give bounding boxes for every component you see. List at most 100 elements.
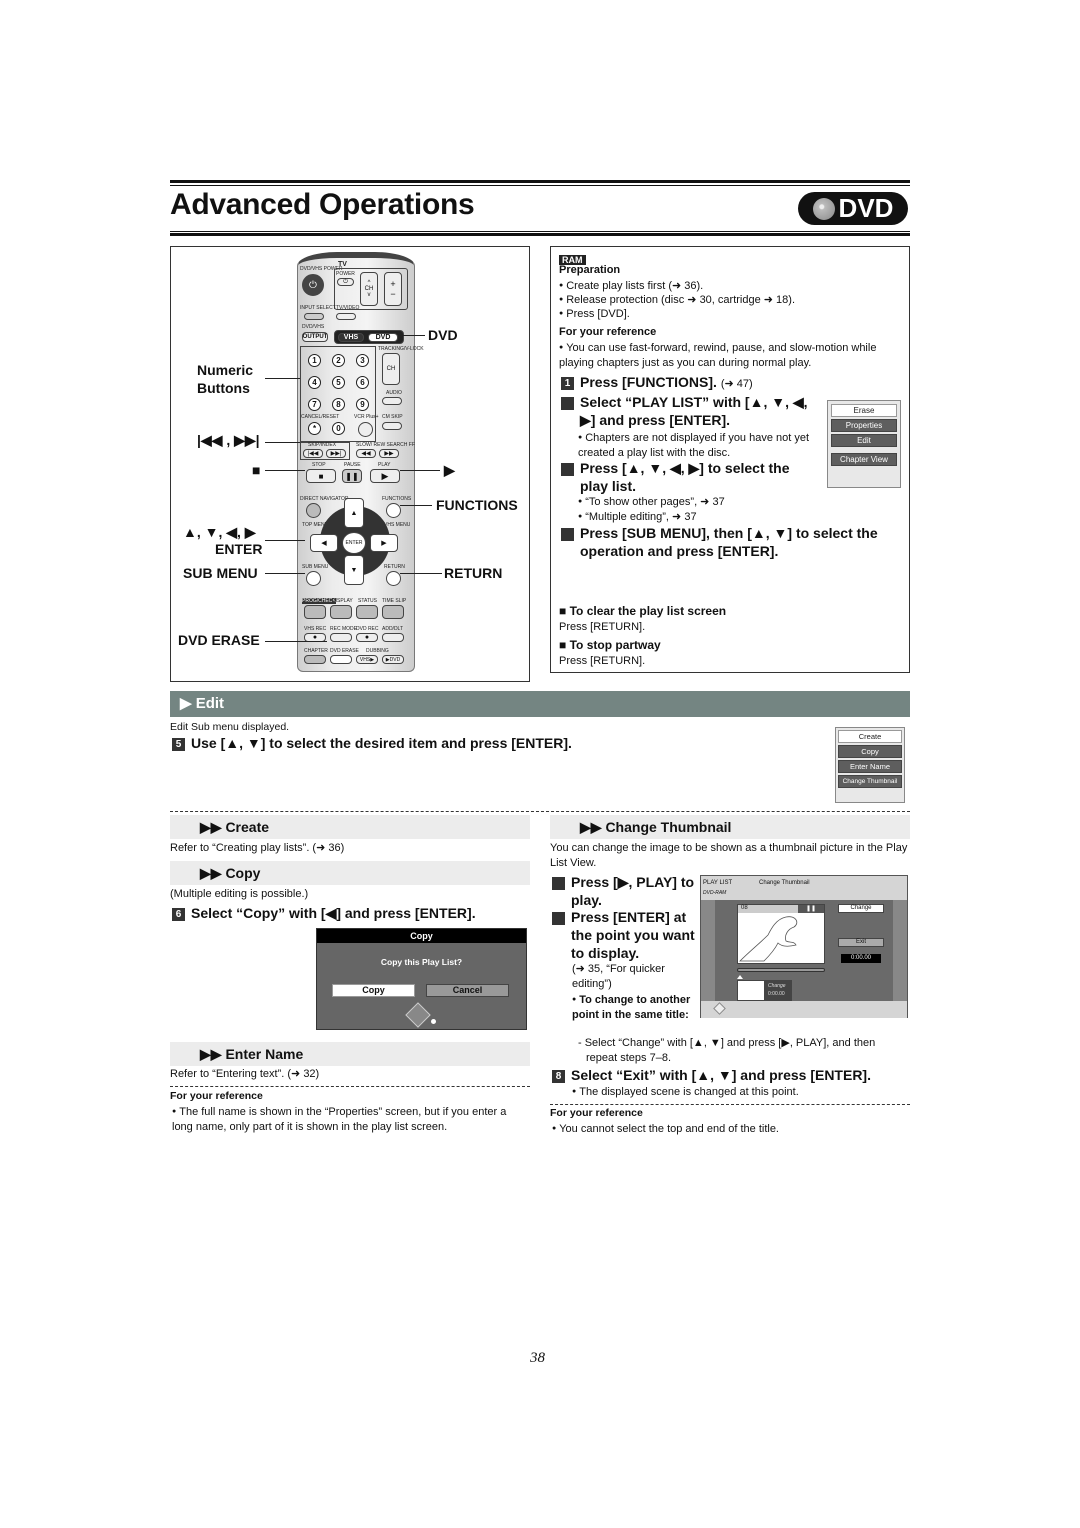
- copy-cancel-button[interactable]: Cancel: [426, 984, 509, 997]
- add-dlt-label: ADD/DLT: [382, 626, 404, 632]
- display-label: DISPLAY: [332, 598, 353, 604]
- cm-skip-button: [382, 422, 402, 430]
- dvd-label: DVD: [375, 334, 391, 341]
- dpad-hint-icon: [713, 1002, 726, 1015]
- progress-slider[interactable]: [737, 968, 825, 972]
- enter-name-text: Refer to “Entering text”. (➜ 32): [170, 1068, 320, 1080]
- step-text: Select “Copy” with [◀] and press [ENTER]…: [191, 905, 476, 921]
- stop-text: Press [RETURN].: [559, 655, 646, 667]
- step-text: Select “PLAY LIST” with [▲, ▼, ◀, ▶] and…: [580, 394, 808, 428]
- tracking-button: CH: [382, 353, 400, 385]
- thumbnail-time: 0:00.00: [768, 991, 785, 997]
- copy-dialog: Copy Copy this Play List? Copy Cancel: [316, 928, 527, 1030]
- chapter-label: CHAPTER: [304, 648, 328, 654]
- skip-forward-button: ▶▶|: [326, 449, 346, 458]
- add-dlt-button: [382, 633, 404, 642]
- menu-item-edit[interactable]: Edit: [831, 434, 897, 447]
- menu-item-chapter-view[interactable]: Chapter View: [831, 453, 897, 466]
- page-title: Advanced Operations: [170, 188, 475, 221]
- divider: [550, 1104, 910, 1105]
- sub-menu-preview: Erase Properties Edit Chapter View: [827, 400, 901, 488]
- step-number: 7: [546, 912, 565, 925]
- stop-label: STOP: [312, 462, 326, 468]
- vhs-menu-label: VHS MENU: [384, 522, 411, 528]
- copy-dialog-title: Copy: [317, 929, 526, 943]
- callout-buttons: Buttons: [197, 380, 250, 396]
- preview-bar: 08 ❚❚: [738, 905, 824, 913]
- cm-skip-label: CM SKIP: [382, 414, 403, 420]
- menu-item-enter-name[interactable]: Enter Name: [838, 760, 902, 773]
- header-rule-bottom: [170, 233, 910, 236]
- dvd-button: DVD: [368, 333, 398, 342]
- menu-item-properties[interactable]: Properties: [831, 419, 897, 432]
- rec-mode-button: [330, 633, 352, 642]
- pause-icon: ❚❚: [798, 905, 824, 913]
- step-number: 6: [172, 908, 185, 921]
- exit-button[interactable]: Exit: [838, 938, 884, 947]
- thumb-step-8-note: The displayed scene is changed at this p…: [572, 1084, 799, 1100]
- callout-dvd: DVD: [428, 327, 458, 343]
- header-rule-bottom-thin: [170, 231, 910, 232]
- preparation-item: Press [DVD].: [559, 306, 630, 322]
- edit-menu-preview: Create Copy Enter Name Change Thumbnail: [835, 727, 905, 803]
- callout-skip: |◀◀ , ▶▶|: [197, 432, 260, 448]
- change-point-text: - Select “Change” with [▲, ▼] and press …: [578, 1037, 876, 1064]
- step-ref: (➜ 47): [720, 378, 753, 390]
- callout-line-arrows: [265, 540, 305, 541]
- enter-hint-icon: [431, 1019, 436, 1024]
- step-3-note: “To show other pages”, ➜ 37: [578, 494, 724, 510]
- divider: [170, 811, 910, 812]
- step-number: 8: [552, 1070, 565, 1083]
- callout-numeric: Numeric: [197, 362, 254, 378]
- sub-menu-label: SUB MENU: [302, 564, 329, 570]
- dvd-badge-label: DVD: [838, 193, 894, 223]
- menu-item-erase[interactable]: Erase: [831, 404, 897, 417]
- direct-nav-label: DIRECT NAVIGATOR: [300, 496, 349, 502]
- num-1-button: 1: [308, 354, 321, 367]
- step-text: Press [SUB MENU], then [▲, ▼] to select …: [580, 525, 878, 559]
- menu-item-change-thumbnail[interactable]: Change Thumbnail: [838, 775, 902, 788]
- vhs-button: VHS: [338, 333, 364, 342]
- dpad-hint-icon: [405, 1002, 431, 1028]
- functions-button: [386, 503, 401, 518]
- enter-name-ref: The full name is shown in the “Propertie…: [172, 1104, 530, 1135]
- time-slip-button: [382, 605, 404, 619]
- slider-marker-icon: [737, 975, 743, 979]
- clear-heading-text: To clear the play list screen: [569, 604, 727, 618]
- menu-item-copy[interactable]: Copy: [838, 745, 902, 758]
- thumb-ref: You cannot select the top and end of the…: [552, 1121, 779, 1137]
- callout-play: ▶: [444, 462, 455, 478]
- copy-confirm-button[interactable]: Copy: [332, 984, 415, 997]
- enter-name-ref-heading: For your reference: [170, 1090, 263, 1102]
- play-label: PLAY: [378, 462, 391, 468]
- callout-stop: ■: [252, 462, 261, 478]
- create-subhead: ▶▶ Create: [170, 815, 530, 839]
- copy-text: (Multiple editing is possible.): [170, 888, 309, 900]
- step-number: 4: [555, 528, 574, 541]
- display-button: [330, 605, 352, 619]
- screen-side-left: [701, 900, 715, 1001]
- num-9-button: 9: [356, 398, 369, 411]
- volume-button: + −: [384, 272, 402, 306]
- callout-line-dvd: [403, 335, 425, 336]
- callout-line-sub-menu: [265, 573, 305, 574]
- stop-button: ■: [306, 469, 336, 483]
- dvd-rec-button: ●: [356, 633, 378, 642]
- divider: [170, 1086, 530, 1087]
- step-text: Use [▲, ▼] to select the desired item an…: [191, 735, 572, 751]
- change-button[interactable]: Change: [838, 904, 884, 913]
- thumb-step-8: 8 Select “Exit” with [▲, ▼] and press [EN…: [552, 1066, 871, 1084]
- thumb-ref-heading: For your reference: [550, 1107, 643, 1119]
- menu-item-create[interactable]: Create: [838, 730, 902, 743]
- chapter-button: [304, 655, 326, 664]
- time-slip-label: TIME SLIP: [382, 598, 407, 604]
- callout-return: RETURN: [444, 565, 503, 581]
- screen-header: PLAY LIST Change Thumbnail DVD-RAM: [701, 876, 907, 900]
- left-arrow-button: ◀: [310, 534, 338, 552]
- preview-video: 08 ❚❚: [737, 904, 825, 964]
- vcr-plus-label: VCR Plus+: [354, 414, 379, 420]
- input-select-button: [304, 313, 324, 320]
- change-thumbnail-text: You can change the image to be shown as …: [550, 842, 908, 869]
- screen-media: DVD-RAM: [703, 890, 727, 896]
- thumbnail-preview: Change 0:00.00: [737, 980, 792, 1001]
